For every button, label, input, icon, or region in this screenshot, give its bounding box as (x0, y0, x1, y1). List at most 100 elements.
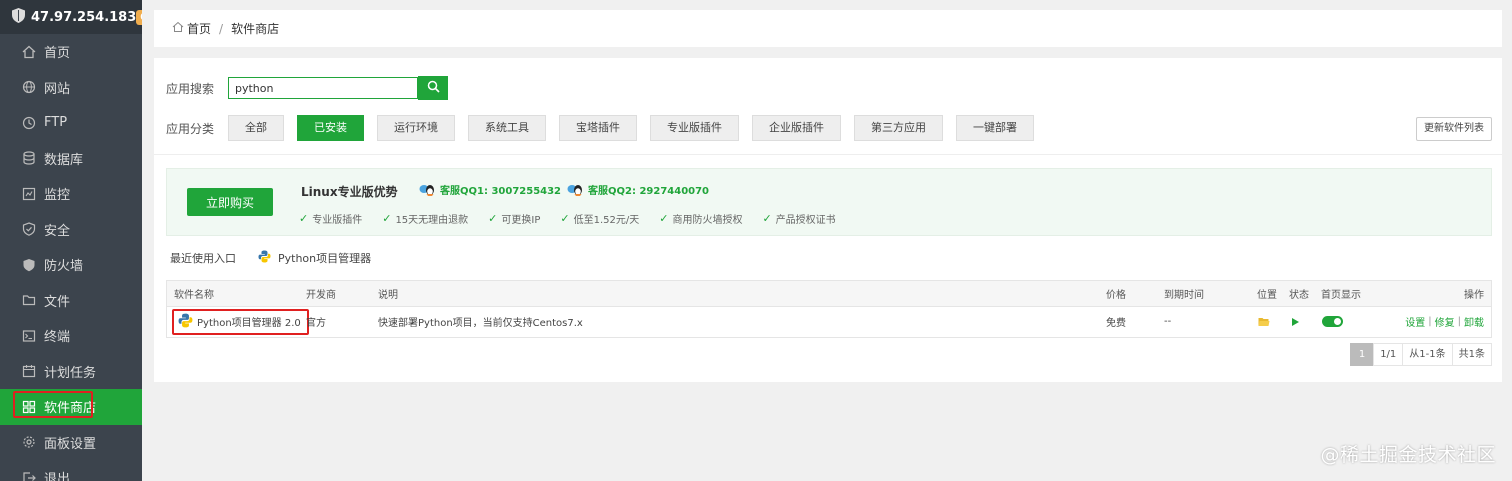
sidebar-item-software-store[interactable]: 软件商店 (0, 389, 142, 425)
uninstall-link[interactable]: 卸载 (1464, 314, 1484, 329)
promo-feature-text: 15天无理由退款 (395, 215, 469, 226)
open-folder-icon[interactable] (1258, 307, 1270, 336)
promo-feature: ✓ 专业版插件 (299, 211, 362, 226)
table-row: Python项目管理器 2.0 官方 快速部署Python项目，当前仅支持Cen… (167, 307, 1491, 336)
sidebar-item-files[interactable]: 文件 (0, 283, 142, 319)
search-button[interactable] (418, 76, 448, 100)
category-bt-plugins[interactable]: 宝塔插件 (559, 115, 637, 141)
toggle-switch[interactable] (1322, 316, 1343, 327)
divider (154, 154, 1502, 155)
refresh-list-button[interactable]: 更新软件列表 (1416, 117, 1492, 141)
home-icon (22, 45, 36, 59)
promo-title: Linux专业版优势 (301, 185, 398, 199)
app-developer: 官方 (306, 318, 326, 329)
store-panel: 应用搜索 应用分类 全部 已安装 运行环境 系统工具 宝塔插件 专业版插件 企业… (154, 58, 1502, 382)
promo-feature-text: 产品授权证书 (775, 215, 836, 226)
operations: 设置 | 修复 | 卸载 (1405, 307, 1484, 336)
search-label: 应用搜索 (166, 81, 215, 96)
app-price: 免费 (1106, 318, 1126, 329)
qq-support-1[interactable]: 客服QQ1: 3007255432 (419, 182, 561, 197)
app-name-cell: Python项目管理器 2.0 (172, 307, 309, 336)
ftp-icon (22, 116, 36, 130)
header-home-display: 首页显示 (1321, 290, 1361, 301)
sidebar-item-ftp[interactable]: FTP (0, 105, 142, 141)
category-all[interactable]: 全部 (228, 115, 284, 141)
terminal-icon (22, 329, 36, 343)
recent-app-label: Python项目管理器 (278, 252, 372, 265)
gear-icon (22, 435, 36, 449)
sidebar-item-label: 首页 (44, 46, 71, 62)
promo-feature: ✓ 15天无理由退款 (382, 211, 468, 226)
sidebar-item-monitor[interactable]: 监控 (0, 176, 142, 212)
sidebar-item-panel-settings[interactable]: 面板设置 (0, 425, 142, 461)
ops-separator: | (1457, 316, 1461, 327)
buy-now-button[interactable]: 立即购买 (187, 188, 273, 216)
category-pro-plugins[interactable]: 专业版插件 (650, 115, 739, 141)
software-table: 软件名称 开发商 说明 价格 到期时间 位置 状态 首页显示 操作 Python… (166, 280, 1492, 338)
category-enterprise-plugins[interactable]: 企业版插件 (752, 115, 841, 141)
check-icon: ✓ (488, 212, 498, 225)
qq-icon (419, 183, 436, 197)
sidebar-item-logout[interactable]: 退出 (0, 460, 142, 481)
check-icon: ✓ (659, 212, 669, 225)
category-third-party[interactable]: 第三方应用 (854, 115, 943, 141)
play-status-icon[interactable] (1291, 307, 1300, 336)
highlight-box (13, 391, 93, 418)
recent-label: 最近使用入口 (170, 252, 236, 265)
category-system-tools[interactable]: 系统工具 (468, 115, 546, 141)
watermark: @稀土掘金技术社区 (1320, 444, 1496, 466)
category-installed[interactable]: 已安装 (297, 115, 364, 141)
page-total: 共1条 (1451, 343, 1492, 366)
qq-support-2[interactable]: 客服QQ2: 2927440070 (567, 182, 709, 197)
promo-features: ✓ 专业版插件 ✓ 15天无理由退款 ✓ 可更换IP ✓ 低至1.52元/天 ✓ 商用防火… (299, 211, 856, 226)
recent-app-python[interactable]: Python项目管理器 (258, 250, 371, 266)
settings-link[interactable]: 设置 (1405, 314, 1425, 329)
recent-apps: 最近使用入口 Python项目管理器 (170, 250, 371, 266)
breadcrumb-home[interactable]: 首页 (187, 20, 211, 37)
home-outline-icon[interactable] (172, 21, 184, 36)
sidebar-item-terminal[interactable]: 终端 (0, 318, 142, 354)
header-operations: 操作 (1464, 290, 1484, 301)
sidebar-item-label: 数据库 (44, 152, 84, 168)
qq-support-1-text: 客服QQ1: 3007255432 (440, 186, 562, 197)
globe-icon (22, 80, 36, 94)
page-current[interactable]: 1 (1349, 343, 1375, 366)
shield-check-icon (22, 222, 36, 237)
sidebar-item-label: 计划任务 (44, 365, 97, 381)
header-price: 价格 (1106, 290, 1126, 301)
python-icon (258, 250, 271, 266)
category-row: 应用分类 全部 已安装 运行环境 系统工具 宝塔插件 专业版插件 企业版插件 第… (166, 115, 1047, 141)
search-input[interactable] (228, 77, 418, 99)
sidebar-item-label: 网站 (44, 81, 71, 97)
home-display-toggle[interactable] (1322, 307, 1343, 336)
page-range: 从1-1条 (1402, 343, 1453, 366)
category-one-click-deploy[interactable]: 一键部署 (956, 115, 1034, 141)
check-icon: ✓ (382, 212, 392, 225)
sidebar-item-label: 监控 (44, 188, 71, 204)
promo-feature: ✓ 低至1.52元/天 (560, 211, 639, 226)
promo-feature: ✓ 可更换IP (488, 211, 540, 226)
promo-feature: ✓ 商用防火墙授权 (659, 211, 742, 226)
monitor-icon (22, 187, 36, 201)
sidebar-item-security[interactable]: 安全 (0, 212, 142, 248)
header-location: 位置 (1257, 290, 1277, 301)
main-area: 首页 / 软件商店 应用搜索 应用分类 全部 已安装 运行环境 系统工具 宝塔插… (142, 0, 1512, 481)
promo-feature: ✓ 产品授权证书 (762, 211, 835, 226)
check-icon: ✓ (560, 212, 570, 225)
sidebar-item-label: 终端 (44, 330, 71, 346)
promo-feature-text: 可更换IP (501, 215, 541, 226)
sidebar-item-cron[interactable]: 计划任务 (0, 354, 142, 390)
header-name: 软件名称 (174, 290, 214, 301)
table-header: 软件名称 开发商 说明 价格 到期时间 位置 状态 首页显示 操作 (167, 281, 1491, 307)
sidebar-item-firewall[interactable]: 防火墙 (0, 247, 142, 283)
sidebar-item-website[interactable]: 网站 (0, 70, 142, 106)
check-icon: ✓ (762, 212, 772, 225)
sidebar-item-database[interactable]: 数据库 (0, 141, 142, 177)
breadcrumb: 首页 / 软件商店 (154, 10, 1502, 47)
sidebar-item-home[interactable]: 首页 (0, 34, 142, 70)
pro-promo-banner: 立即购买 Linux专业版优势 客服QQ1: 3007255432 客服QQ2:… (166, 168, 1492, 236)
category-runtime[interactable]: 运行环境 (377, 115, 455, 141)
search-box (228, 76, 448, 100)
repair-link[interactable]: 修复 (1435, 314, 1455, 329)
highlight-box[interactable]: Python项目管理器 2.0 (172, 308, 309, 335)
